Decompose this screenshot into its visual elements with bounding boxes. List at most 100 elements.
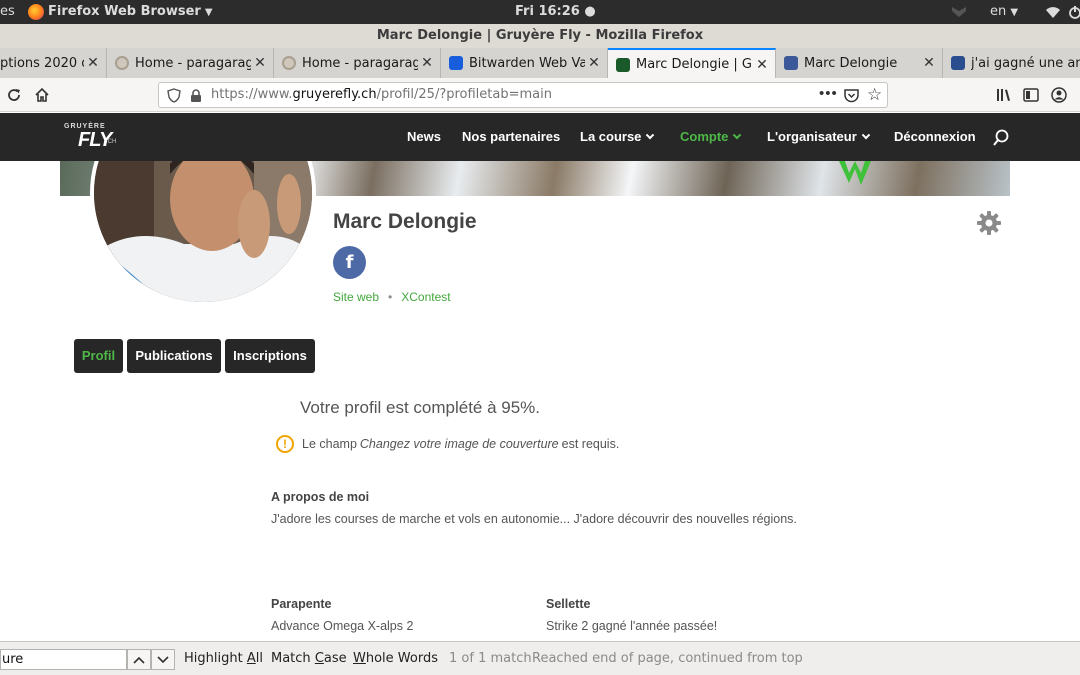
site-web-link[interactable]: Site web: [333, 290, 379, 304]
menu-logout[interactable]: Déconnexion: [894, 113, 976, 161]
close-icon[interactable]: ✕: [920, 55, 938, 71]
highlight-all-toggle[interactable]: Highlight All: [184, 642, 263, 675]
bookmark-star-icon[interactable]: ☆: [867, 85, 882, 105]
window-title: Marc Delongie | Gruyère Fly - Mozilla Fi…: [0, 24, 1080, 48]
avatar[interactable]: [90, 161, 316, 306]
whole-words-text: hole Words: [365, 651, 438, 666]
tab-label: j'ai gagné une anné: [971, 55, 1080, 71]
blog-favicon-icon: [951, 56, 965, 70]
whole-words-toggle[interactable]: Whole Words: [353, 642, 438, 675]
language-selector[interactable]: en ▼: [990, 0, 1018, 24]
url-path: /profil/25/?profiletab=main: [376, 87, 552, 102]
menu-account-label: Compte: [680, 129, 729, 144]
close-icon[interactable]: ✕: [418, 55, 436, 71]
caret-down-icon: ▼: [1010, 7, 1019, 18]
sidebar-icon[interactable]: [1022, 86, 1040, 104]
tab-inscriptions[interactable]: Inscriptions: [225, 339, 315, 373]
tab-bitwarden[interactable]: Bitwarden Web Va ✕: [441, 48, 608, 78]
tab-publications[interactable]: Publications: [127, 339, 221, 373]
activities-button[interactable]: es: [0, 0, 15, 24]
match-case-text: Match: [271, 651, 315, 666]
close-icon[interactable]: ✕: [84, 55, 102, 71]
gruyerefly-logo[interactable]: GRUYÈRE FLY .CH: [64, 123, 124, 151]
gruyerefly-favicon-icon: [616, 57, 630, 72]
tab-profil[interactable]: Profil: [74, 339, 123, 373]
tab-label: ptions 2020 o: [0, 55, 84, 71]
url-prefix: https://www.: [211, 87, 293, 102]
match-case-text-end: ase: [323, 651, 347, 666]
close-icon[interactable]: ✕: [753, 57, 771, 73]
tab-blog[interactable]: j'ai gagné une anné: [943, 48, 1080, 78]
find-next-button[interactable]: [151, 649, 175, 670]
wifi-icon[interactable]: [1045, 5, 1061, 19]
caret-down-icon: ▼: [204, 7, 213, 18]
menu-account[interactable]: Compte: [680, 113, 742, 161]
menu-news[interactable]: News: [407, 113, 441, 161]
library-icon[interactable]: [995, 86, 1013, 104]
find-previous-button[interactable]: [127, 649, 151, 670]
warning-icon: !: [276, 435, 294, 453]
harness-value: Strike 2 gagné l'année passée!: [546, 619, 718, 633]
close-icon[interactable]: ✕: [585, 55, 603, 71]
menu-partners[interactable]: Nos partenaires: [462, 113, 560, 161]
power-icon[interactable]: [1068, 5, 1080, 19]
tab-home-paragarage-1[interactable]: Home - paragarage ✕: [107, 48, 274, 78]
close-icon[interactable]: ✕: [251, 55, 269, 71]
account-icon[interactable]: [1050, 86, 1068, 104]
notice-prefix: Le champ: [302, 437, 357, 451]
lock-icon[interactable]: [189, 88, 203, 103]
xcontest-link[interactable]: XContest: [401, 290, 450, 304]
os-top-bar: es Firefox Web Browser ▼ Fri 16:26 ● en ▼: [0, 0, 1080, 24]
tab-label: Home - paragarage: [302, 55, 418, 71]
tab-label: Home - paragarage: [135, 55, 251, 71]
tab-home-paragarage-2[interactable]: Home - paragarage ✕: [274, 48, 441, 78]
paraglider-value: Advance Omega X-alps 2: [271, 619, 414, 633]
match-case-toggle[interactable]: Match Case: [271, 642, 347, 675]
find-input[interactable]: [0, 649, 127, 670]
pocket-icon[interactable]: [844, 88, 859, 103]
app-menu[interactable]: Firefox Web Browser ▼: [48, 0, 213, 24]
tracking-shield-icon[interactable]: [167, 88, 181, 103]
search-icon[interactable]: [992, 129, 1010, 147]
avatar-photo: [94, 161, 312, 302]
notice-suffix: est requis.: [561, 437, 620, 451]
highlight-all-accesskey: A: [246, 651, 256, 666]
url-bar[interactable]: https://www.gruyerefly.ch/profil/25/?pro…: [158, 82, 888, 108]
chevron-down-icon: [733, 130, 742, 140]
highlight-all-text-end: ll: [255, 651, 263, 666]
tab-gruyerefly-active[interactable]: Marc Delongie | Gr ✕: [608, 48, 776, 79]
chevron-up-icon: [133, 656, 145, 664]
chevron-down-icon: [861, 130, 871, 140]
tab-label: Marc Delongie: [804, 55, 898, 71]
firefox-icon: [28, 4, 44, 20]
menu-course-label: La course: [580, 129, 642, 144]
shield-icon[interactable]: [950, 5, 968, 19]
url-text[interactable]: https://www.gruyerefly.ch/profil/25/?pro…: [211, 83, 552, 107]
navigation-toolbar: https://www.gruyerefly.ch/profil/25/?pro…: [0, 78, 1080, 112]
reload-button[interactable]: [4, 85, 24, 105]
avatar-wrapper: [0, 161, 1080, 321]
app-name: Firefox Web Browser: [48, 4, 201, 19]
logo-ch-text: .CH: [106, 139, 117, 145]
tab-facebook[interactable]: Marc Delongie ✕: [776, 48, 943, 78]
reload-icon: [8, 89, 20, 101]
gear-icon[interactable]: [976, 210, 1002, 236]
url-host: gruyerefly.ch: [292, 87, 377, 102]
clock[interactable]: Fri 16:26 ●: [515, 0, 596, 24]
facebook-icon[interactable]: f: [333, 246, 366, 279]
notice-field: Changez votre image de couverture: [359, 437, 559, 451]
highlight-all-text: Highlight: [184, 651, 247, 666]
tab-label: Bitwarden Web Va: [469, 55, 585, 71]
menu-organizer[interactable]: L'organisateur: [767, 113, 871, 161]
site-header: GRUYÈRE FLY .CH News Nos partenaires La …: [0, 113, 1080, 161]
tab-inscriptions[interactable]: ptions 2020 o ✕: [0, 48, 107, 78]
home-button[interactable]: [32, 85, 52, 105]
facebook-favicon-icon: [784, 56, 798, 70]
chevron-down-icon: [157, 655, 169, 663]
paraglider-label: Parapente: [271, 597, 332, 611]
whole-words-accesskey: W: [353, 651, 366, 666]
language-label: en: [990, 4, 1007, 19]
menu-course[interactable]: La course: [580, 113, 655, 161]
find-match-count: 1 of 1 match: [449, 651, 532, 666]
page-actions-button[interactable]: •••: [819, 83, 838, 105]
